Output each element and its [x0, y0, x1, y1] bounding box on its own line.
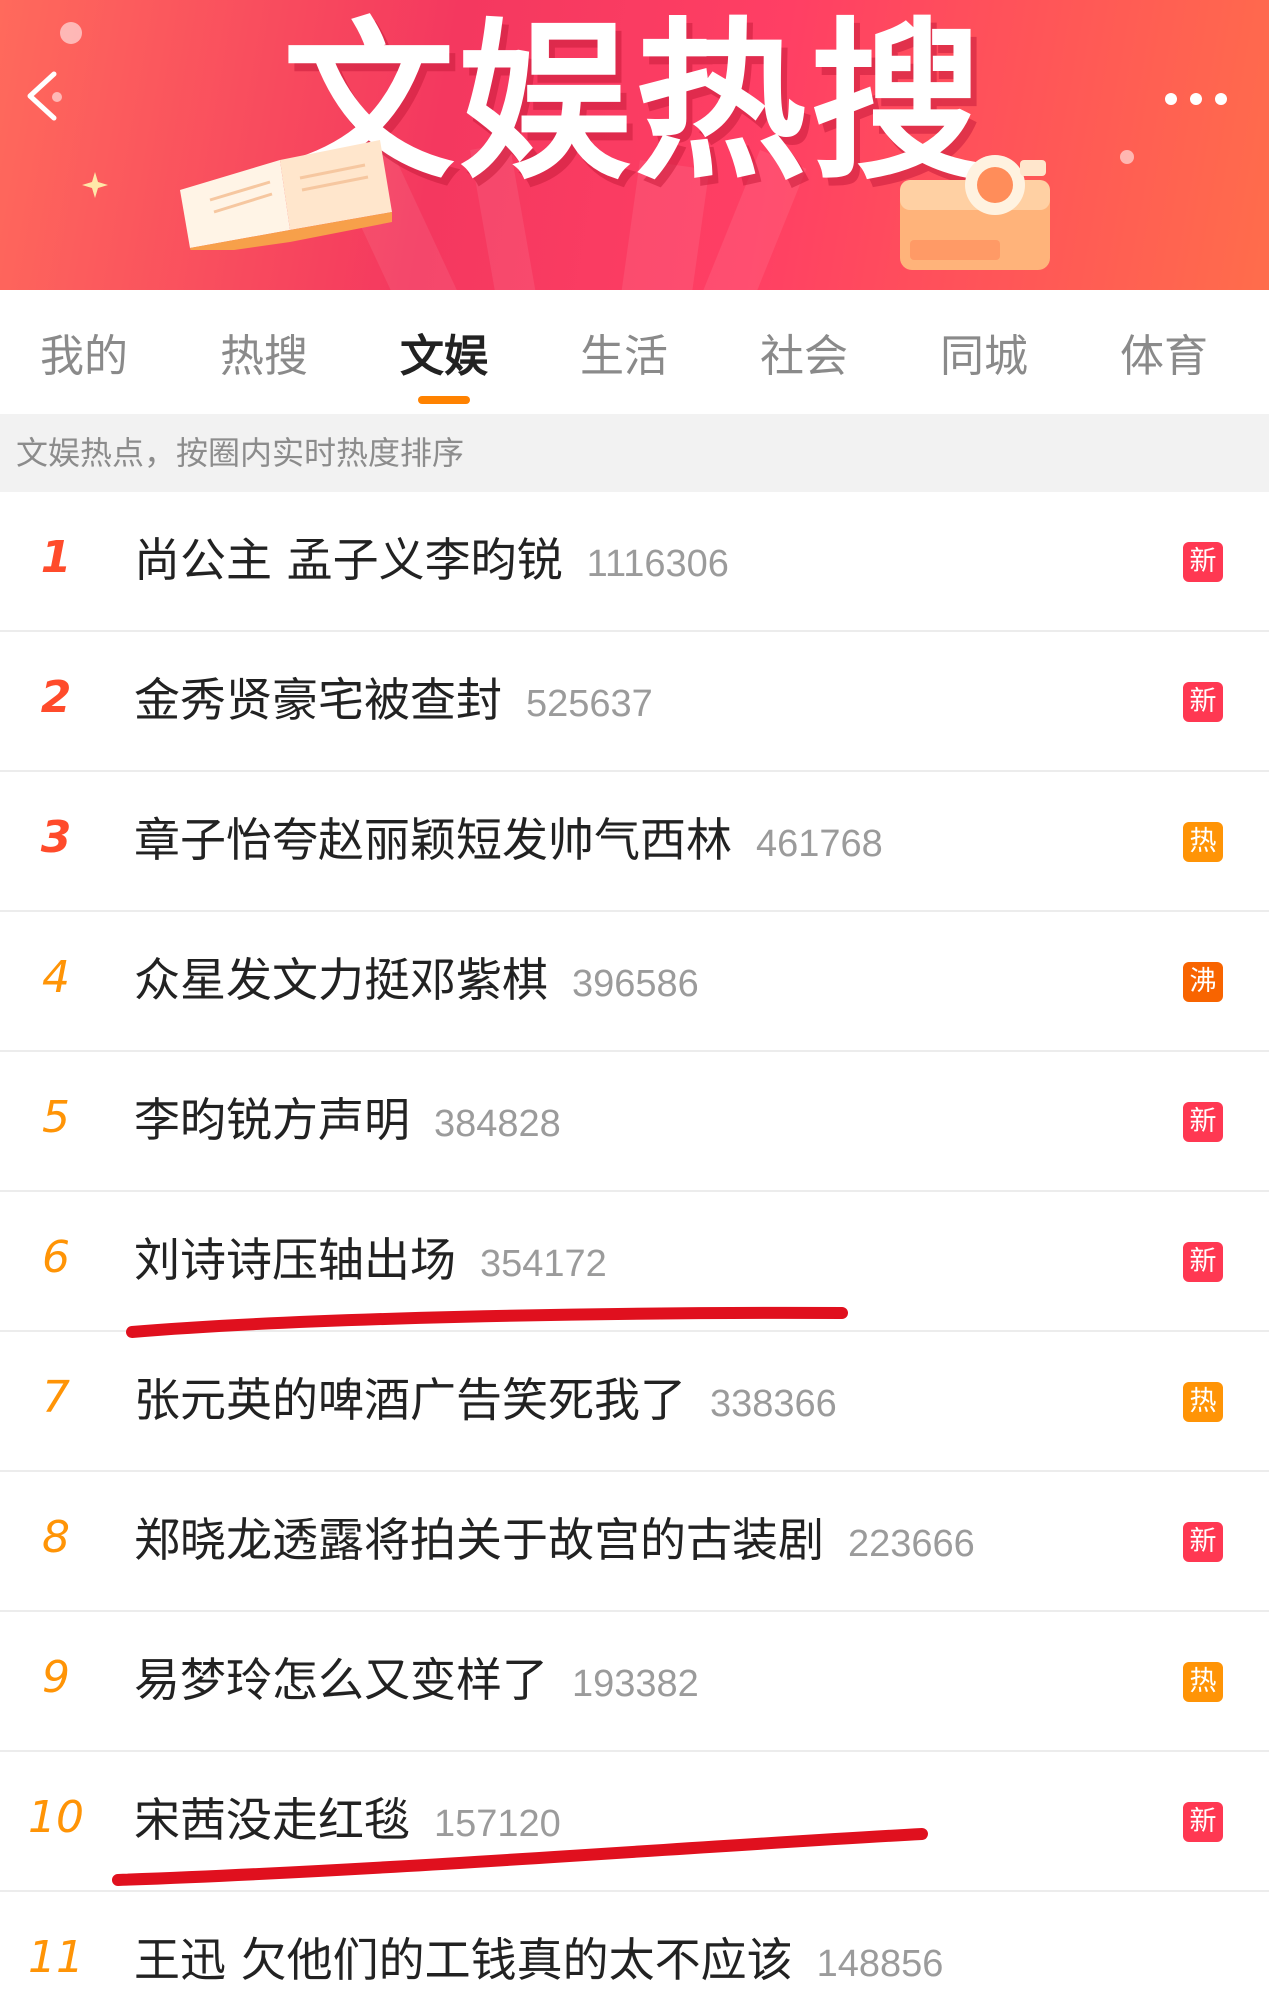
topic-title[interactable]: 刘诗诗压轴出场	[134, 1233, 456, 1287]
tab-entertainment[interactable]: 文娱	[354, 320, 534, 384]
list-item[interactable]: 9 易梦玲怎么又变样了 193382 热	[0, 1612, 1269, 1752]
heat-count: 461768	[756, 823, 883, 865]
list-item[interactable]: 8 郑晓龙透露将拍关于故宫的古装剧 223666 新	[0, 1472, 1269, 1612]
tab-mine[interactable]: 我的	[0, 320, 174, 384]
rank-number: 10	[28, 1792, 84, 1843]
list-description: 文娱热点，按圈内实时热度排序	[0, 414, 1269, 492]
banner: 文娱热搜	[0, 0, 1269, 290]
tab-society[interactable]: 社会	[714, 320, 894, 384]
sparkle-icon	[82, 172, 108, 198]
topic-title[interactable]: 宋茜没走红毯	[134, 1793, 410, 1847]
heat-count: 157120	[434, 1803, 561, 1845]
topic-title[interactable]: 郑晓龙透露将拍关于故宫的古装剧	[134, 1513, 824, 1567]
rank-number: 3	[40, 812, 72, 863]
list-item[interactable]: 2 金秀贤豪宅被查封 525637 新	[0, 632, 1269, 772]
heat-count: 223666	[848, 1523, 975, 1565]
tab-local[interactable]: 同城	[894, 320, 1074, 384]
heat-count: 1116306	[586, 543, 729, 585]
heat-count: 354172	[480, 1243, 607, 1285]
hot-badge: 热	[1183, 1382, 1223, 1422]
new-badge: 新	[1183, 1242, 1223, 1282]
list-item[interactable]: 6 刘诗诗压轴出场 354172 新	[0, 1192, 1269, 1332]
rank-number: 4	[42, 952, 70, 1003]
list-item[interactable]: 5 李昀锐方声明 384828 新	[0, 1052, 1269, 1192]
tab-life[interactable]: 生活	[534, 320, 714, 384]
list-item[interactable]: 4 众星发文力挺邓紫棋 396586 沸	[0, 912, 1269, 1052]
new-badge: 新	[1183, 1522, 1223, 1562]
rank-number: 2	[40, 672, 72, 723]
new-badge: 新	[1183, 682, 1223, 722]
rank-number: 11	[28, 1932, 84, 1983]
tab-hot-search[interactable]: 热搜	[174, 320, 354, 384]
topic-title[interactable]: 李昀锐方声明	[134, 1093, 410, 1147]
topic-title[interactable]: 易梦玲怎么又变样了	[134, 1653, 548, 1707]
rank-number: 9	[42, 1652, 70, 1703]
boil-badge: 沸	[1183, 962, 1223, 1002]
category-tabs: 我的 热搜 文娱 生活 社会 同城 体育	[0, 290, 1269, 414]
list-item[interactable]: 1 尚公主 孟子义李昀锐 1116306 新	[0, 492, 1269, 632]
rank-number: 6	[42, 1232, 70, 1283]
chevron-left-icon[interactable]	[16, 66, 76, 126]
active-tab-indicator	[418, 396, 470, 404]
camera-icon	[900, 155, 1050, 270]
new-badge: 新	[1183, 1102, 1223, 1142]
more-dots-icon[interactable]	[1161, 84, 1231, 114]
topic-title[interactable]: 金秀贤豪宅被查封	[134, 673, 502, 727]
topic-title[interactable]: 张元英的啤酒广告笑死我了	[134, 1373, 686, 1427]
heat-count: 148856	[816, 1943, 944, 1985]
rank-number: 1	[40, 532, 72, 583]
hot-badge: 热	[1183, 822, 1223, 862]
hot-search-list: 1 尚公主 孟子义李昀锐 1116306 新 2 金秀贤豪宅被查封 525637 新…	[0, 492, 1269, 1992]
list-item[interactable]: 7 张元英的啤酒广告笑死我了 338366 热	[0, 1332, 1269, 1472]
topic-title[interactable]: 尚公主 孟子义李昀锐	[134, 533, 563, 587]
list-item[interactable]: 3 章子怡夸赵丽颖短发帅气西林 461768 热	[0, 772, 1269, 912]
heat-count: 525637	[526, 683, 653, 725]
hot-badge: 热	[1183, 1662, 1223, 1702]
new-badge: 新	[1183, 1802, 1223, 1842]
new-badge: 新	[1183, 542, 1223, 582]
rank-number: 7	[42, 1372, 70, 1423]
rank-number: 5	[42, 1092, 70, 1143]
topic-title[interactable]: 众星发文力挺邓紫棋	[134, 953, 548, 1007]
heat-count: 193382	[572, 1663, 699, 1705]
tab-sports[interactable]: 体育	[1074, 320, 1254, 384]
heat-count: 396586	[572, 963, 699, 1005]
rank-number: 8	[42, 1512, 70, 1563]
book-icon	[180, 140, 392, 250]
topic-title[interactable]: 章子怡夸赵丽颖短发帅气西林	[134, 813, 732, 867]
heat-count: 338366	[710, 1383, 837, 1425]
topic-title[interactable]: 王迅 欠他们的工钱真的太不应该	[134, 1933, 793, 1987]
list-item[interactable]: 10 宋茜没走红毯 157120 新	[0, 1752, 1269, 1892]
heat-count: 384828	[434, 1103, 561, 1145]
list-item[interactable]: 11 王迅 欠他们的工钱真的太不应该 148856	[0, 1892, 1269, 1992]
